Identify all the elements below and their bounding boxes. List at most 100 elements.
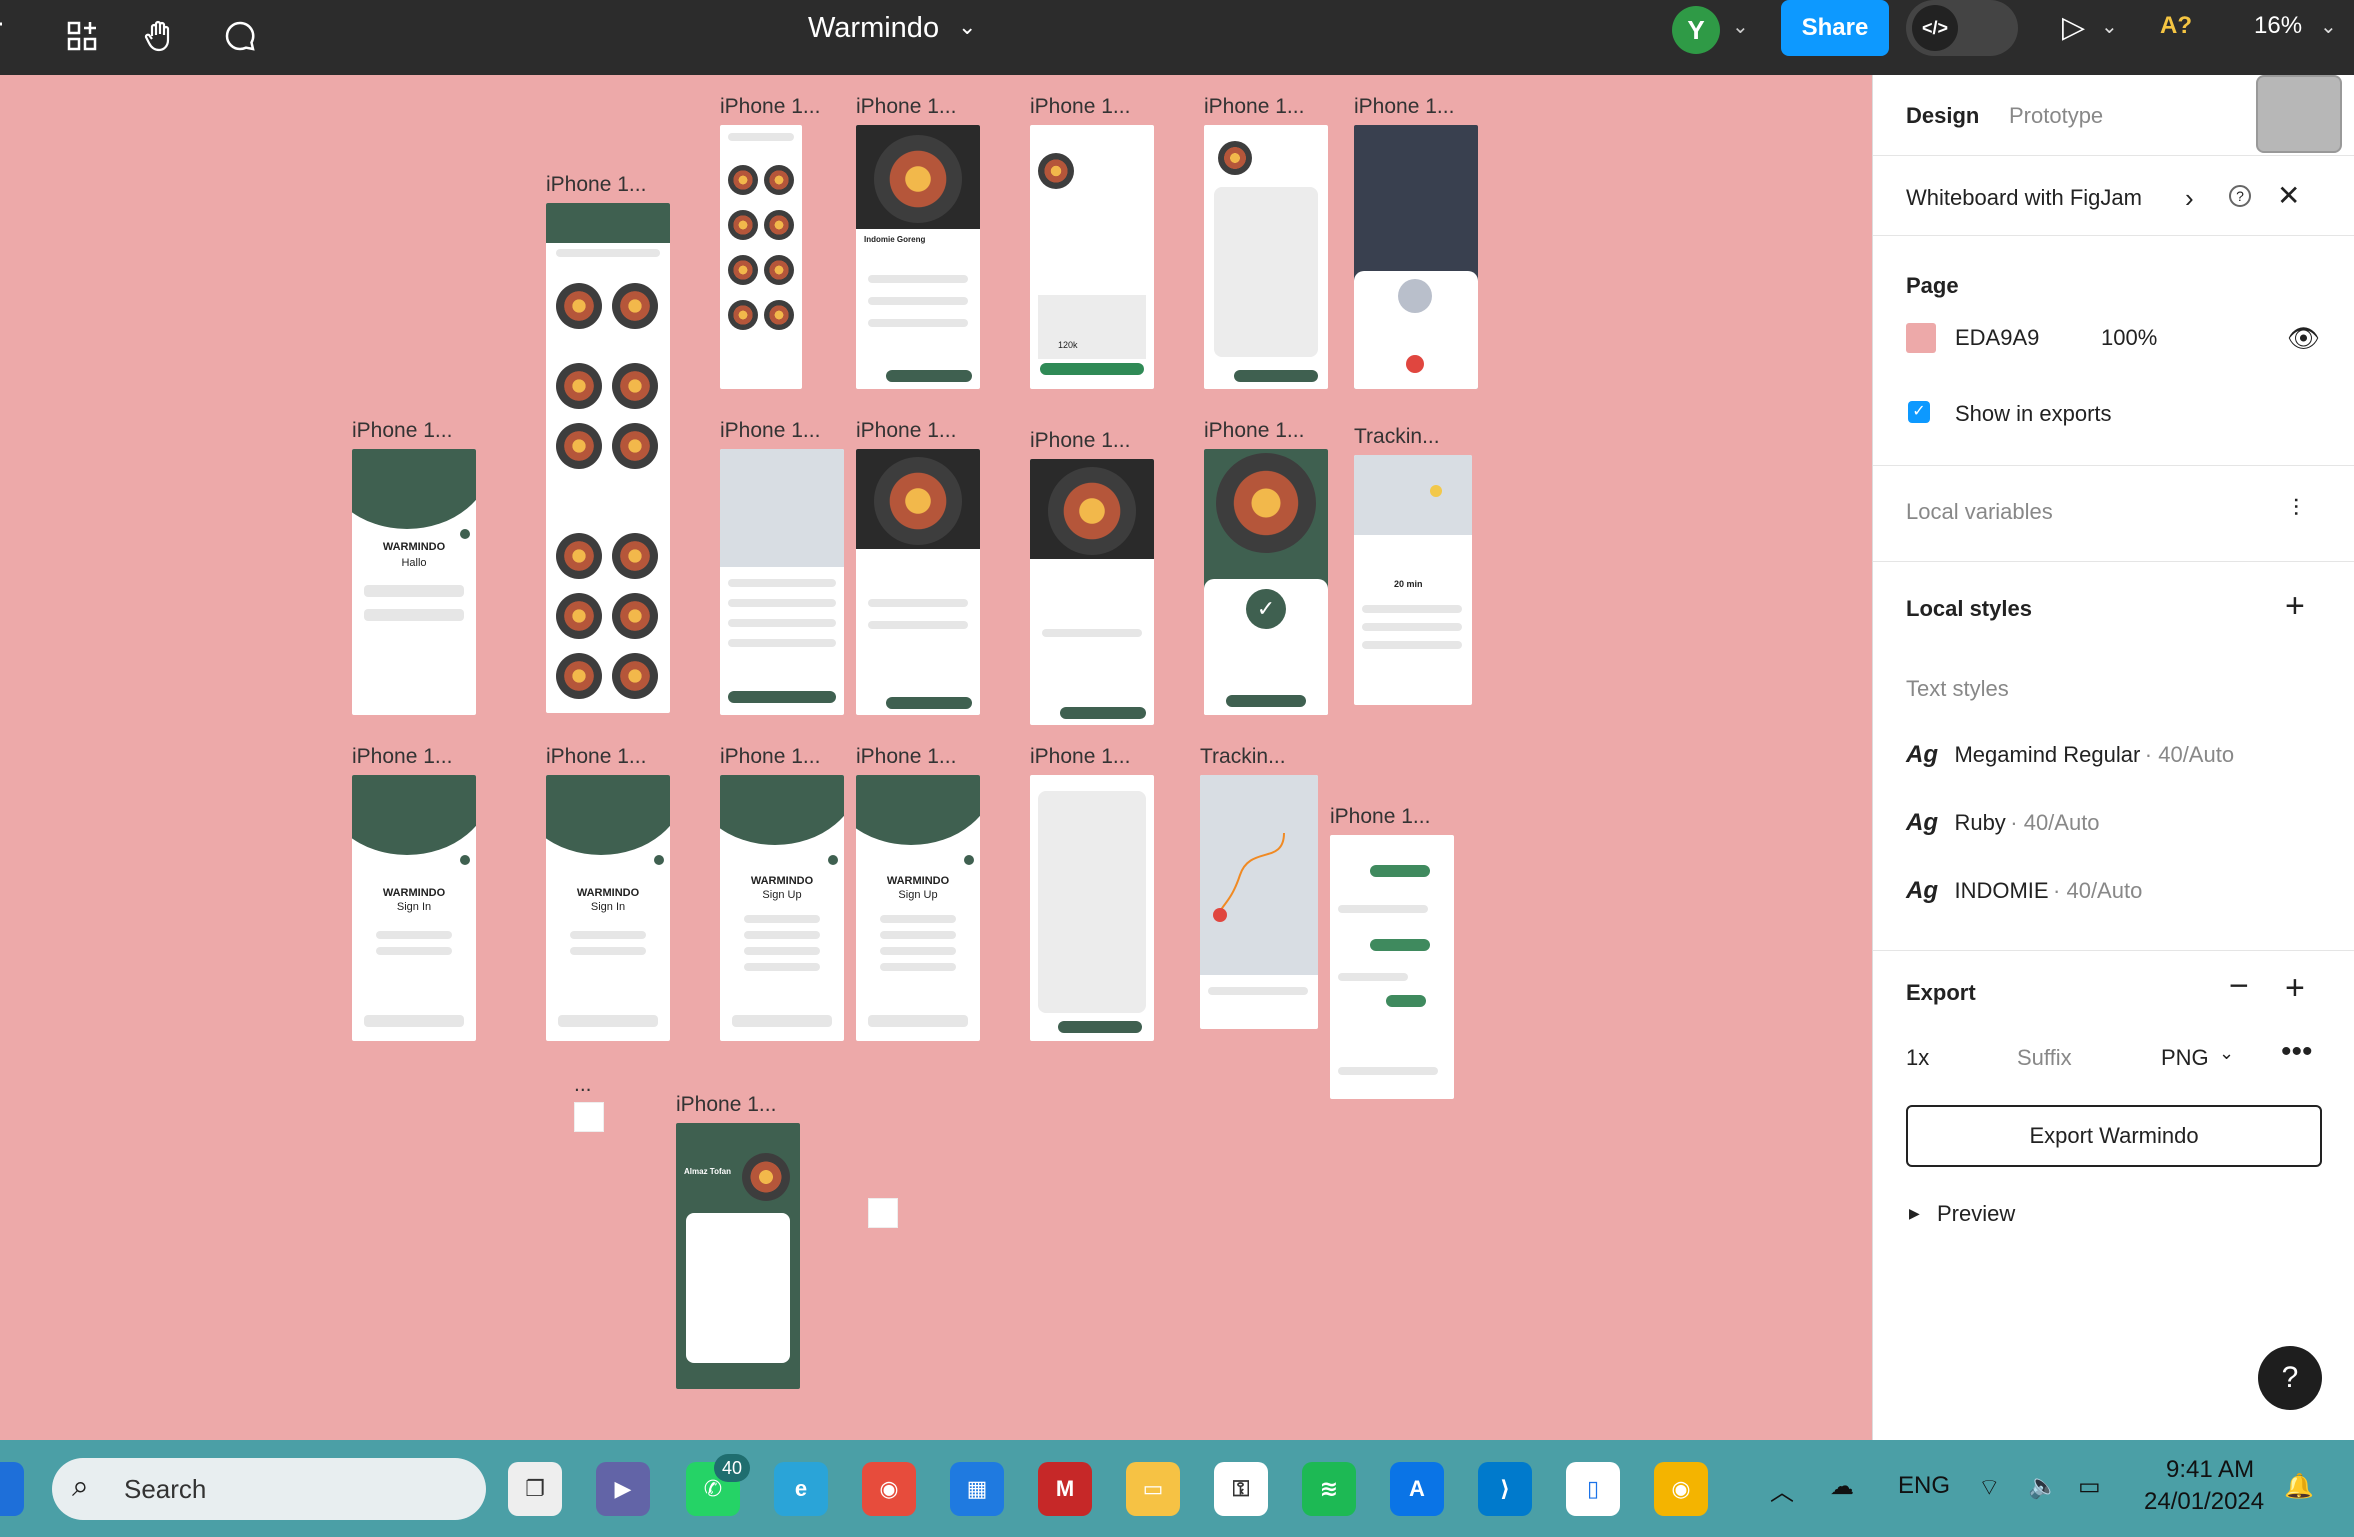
frame-menu-detail-2[interactable] (856, 449, 980, 715)
battery-icon[interactable]: ▭ (2078, 1472, 2101, 1501)
export-button[interactable]: Export Warmindo (1906, 1105, 2322, 1167)
chevron-down-icon[interactable]: ⌄ (2101, 14, 2118, 39)
small-frame[interactable] (868, 1198, 898, 1228)
frame-label[interactable]: iPhone 1... (1030, 745, 1130, 769)
frame-cart[interactable]: 120k (1030, 125, 1154, 389)
checkbox-checked-icon[interactable]: ✓ (1908, 401, 1930, 423)
cloud-sync-icon[interactable]: ☁ (1830, 1472, 1854, 1501)
page-color-hex[interactable]: EDA9A9 (1955, 325, 2039, 351)
variables-settings-icon[interactable]: ⫶ (2293, 495, 2299, 523)
clock-time[interactable]: 9:41 AM (2166, 1456, 2254, 1484)
share-button[interactable]: Share (1781, 0, 1889, 56)
spotify-icon[interactable]: ≋ (1302, 1462, 1356, 1516)
file-title[interactable]: Warmindo (808, 12, 939, 45)
missing-fonts-indicator[interactable]: A? (2160, 12, 2192, 40)
frame-sign-up-2[interactable]: WARMINDO Sign Up (856, 775, 980, 1041)
close-icon[interactable]: ✕ (2277, 179, 2300, 212)
design-canvas[interactable]: iPhone 1... iPhone 1... Indomie Goreng i… (0, 75, 1872, 1440)
frame-label[interactable]: iPhone 1... (856, 95, 956, 119)
frame-chat[interactable] (1330, 835, 1454, 1099)
frame-label[interactable]: iPhone 1... (1330, 805, 1430, 829)
page-color-swatch[interactable] (1906, 323, 1936, 353)
file-explorer-icon[interactable]: ▭ (1126, 1462, 1180, 1516)
mcafee-icon[interactable]: M (1038, 1462, 1092, 1516)
remove-export-icon[interactable]: − (2229, 967, 2249, 1006)
page-opacity[interactable]: 100% (2101, 325, 2157, 351)
frame-welcome[interactable]: WARMINDO Hallo (352, 449, 476, 715)
frame-label[interactable]: iPhone 1... (1204, 419, 1304, 443)
frame-menu-detail-3[interactable] (1030, 459, 1154, 725)
comment-icon[interactable] (216, 10, 264, 62)
dev-mode-toggle[interactable]: </> (1906, 0, 2018, 56)
edge-icon[interactable]: e (774, 1462, 828, 1516)
chevron-right-icon[interactable]: › (2185, 183, 2194, 214)
assets-icon[interactable] (58, 10, 106, 62)
volume-icon[interactable]: 🔈 (2028, 1472, 2058, 1501)
chrome-icon[interactable]: ◉ (862, 1462, 916, 1516)
frame-checkout[interactable] (1204, 125, 1328, 389)
frame-label[interactable]: iPhone 1... (352, 745, 452, 769)
frame-label[interactable]: iPhone 1... (546, 173, 646, 197)
notes-icon[interactable]: ▯ (1566, 1462, 1620, 1516)
app-store-icon[interactable]: A (1390, 1462, 1444, 1516)
more-options-icon[interactable]: ••• (2281, 1035, 2313, 1069)
chevron-down-icon[interactable]: ⌄ (2219, 1043, 2234, 1064)
language-indicator[interactable]: ENG (1898, 1472, 1950, 1500)
tab-design[interactable]: Design (1906, 103, 1979, 129)
frame-sign-in-2[interactable]: WARMINDO Sign In (546, 775, 670, 1041)
store-icon[interactable]: ▦ (950, 1462, 1004, 1516)
frame-label[interactable]: iPhone 1... (1354, 95, 1454, 119)
frame-tool-icon[interactable] (0, 10, 12, 62)
avatar[interactable]: Y (1672, 6, 1720, 54)
hand-tool-icon[interactable] (136, 10, 184, 62)
small-frame[interactable] (574, 1102, 604, 1132)
export-scale[interactable]: 1x (1906, 1045, 1929, 1071)
frame-profile[interactable]: Almaz Tofan (676, 1123, 800, 1389)
frame-sign-in[interactable]: WARMINDO Sign In (352, 775, 476, 1041)
caret-right-icon[interactable]: ▶ (1909, 1205, 1920, 1222)
zoom-level[interactable]: 16% (2254, 12, 2302, 40)
add-style-icon[interactable]: + (2285, 587, 2305, 626)
clock-date[interactable]: 24/01/2024 (2144, 1488, 2264, 1516)
help-icon[interactable]: ? (2229, 185, 2251, 207)
present-play-icon[interactable]: ▷ (2062, 10, 2085, 45)
frame-label[interactable]: Trackin... (1200, 745, 1286, 769)
frame-label[interactable]: iPhone 1... (720, 95, 820, 119)
chrome-profile-icon[interactable]: ◉ (1654, 1462, 1708, 1516)
chevron-down-icon[interactable]: ⌄ (1732, 14, 1749, 39)
help-button[interactable]: ? (2258, 1346, 2322, 1410)
frame-sign-up[interactable]: WARMINDO Sign Up (720, 775, 844, 1041)
frame-tracking[interactable]: 20 min (1354, 455, 1472, 705)
frame-label[interactable]: iPhone 1... (856, 745, 956, 769)
export-format-select[interactable]: PNG (2161, 1045, 2209, 1071)
eye-icon[interactable]: 👁 (2287, 323, 2320, 354)
text-style-item[interactable]: Ag INDOMIE · 40/Auto (1906, 877, 2142, 905)
windows-start-icon[interactable] (0, 1462, 24, 1516)
tab-prototype[interactable]: Prototype (2009, 103, 2103, 129)
frame-label[interactable]: ... (574, 1073, 592, 1097)
frame-call[interactable] (1354, 125, 1478, 389)
frame-toppings[interactable] (1030, 775, 1154, 1041)
meet-icon[interactable]: ▶ (596, 1462, 650, 1516)
frame-label[interactable]: Trackin... (1354, 425, 1440, 449)
preview-toggle[interactable]: Preview (1937, 1201, 2015, 1227)
frame-label[interactable]: iPhone 1... (676, 1093, 776, 1117)
add-export-icon[interactable]: + (2285, 969, 2305, 1008)
chevron-down-icon[interactable]: ⌄ (958, 14, 976, 40)
frame-menu-grid[interactable] (720, 125, 802, 389)
frame-label[interactable]: iPhone 1... (352, 419, 452, 443)
frame-label[interactable]: iPhone 1... (720, 745, 820, 769)
key-icon[interactable]: ⚿ (1214, 1462, 1268, 1516)
frame-label[interactable]: iPhone 1... (720, 419, 820, 443)
frame-label[interactable]: iPhone 1... (1030, 95, 1130, 119)
frame-order-success[interactable]: ✓ (1204, 449, 1328, 715)
wifi-icon[interactable]: ⌔ (1978, 1472, 2001, 1502)
frame-tracking-map[interactable] (1200, 775, 1318, 1029)
task-view-icon[interactable]: ❐ (508, 1462, 562, 1516)
whiteboard-link[interactable]: Whiteboard with FigJam (1906, 185, 2142, 211)
frame-label[interactable]: iPhone 1... (1204, 95, 1304, 119)
taskbar-search[interactable]: ⌕ Search (52, 1458, 486, 1520)
local-variables[interactable]: Local variables (1906, 499, 2053, 525)
chevron-up-icon[interactable]: ︿ (1770, 1472, 1794, 1507)
frame-menu-detail[interactable]: Indomie Goreng (856, 125, 980, 389)
